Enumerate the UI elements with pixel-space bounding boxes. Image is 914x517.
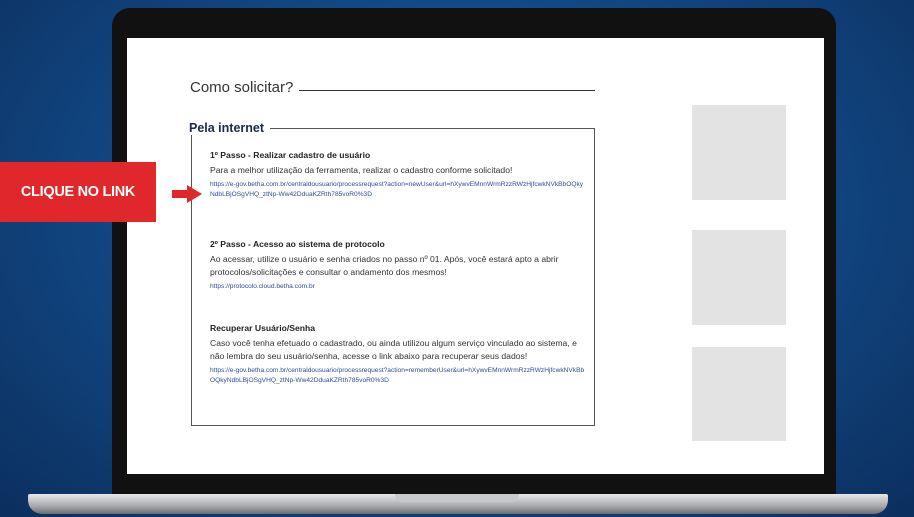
- sidebar-image-placeholder-2: [692, 230, 786, 325]
- recover-step: Recuperar Usuário/Senha Caso você tenha …: [210, 323, 585, 386]
- sidebar-image-placeholder-3: [692, 347, 786, 441]
- section-title: Pela internet: [189, 121, 271, 135]
- laptop-hinge-notch: [395, 494, 519, 502]
- step-2: 2º Passo - Acesso ao sistema de protocol…: [210, 239, 585, 292]
- page-heading: Como solicitar?: [190, 79, 595, 96]
- step-2-link[interactable]: https://protocolo.cloud.betha.com.br: [210, 282, 585, 292]
- step-1-link[interactable]: https://e-gov.betha.com.br/centraldousua…: [210, 180, 585, 200]
- recover-link[interactable]: https://e-gov.betha.com.br/centraldousua…: [210, 366, 585, 386]
- page-heading-text: Como solicitar?: [190, 79, 294, 96]
- heading-rule: [299, 90, 595, 91]
- recover-title: Recuperar Usuário/Senha: [210, 323, 316, 333]
- arrow-right-icon: [172, 185, 202, 203]
- step-1: 1º Passo - Realizar cadastro de usuário …: [210, 150, 585, 200]
- step-2-title: 2º Passo - Acesso ao sistema de protocol…: [210, 239, 385, 249]
- step-1-text: Para a melhor utilização da ferramenta, …: [210, 165, 513, 175]
- recover-text: Caso você tenha efetuado o cadastrado, o…: [210, 338, 577, 361]
- step-2-text: Ao acessar, utilize o usuário e senha cr…: [210, 254, 559, 277]
- sidebar-image-placeholder-1: [692, 105, 786, 200]
- callout-label: CLIQUE NO LINK: [20, 184, 136, 200]
- click-link-callout: CLIQUE NO LINK: [0, 162, 156, 222]
- internet-section-box: 1º Passo - Realizar cadastro de usuário …: [191, 128, 595, 426]
- step-1-title: 1º Passo - Realizar cadastro de usuário: [210, 150, 371, 160]
- laptop-screen: Como solicitar? 1º Passo - Realizar cada…: [127, 38, 824, 474]
